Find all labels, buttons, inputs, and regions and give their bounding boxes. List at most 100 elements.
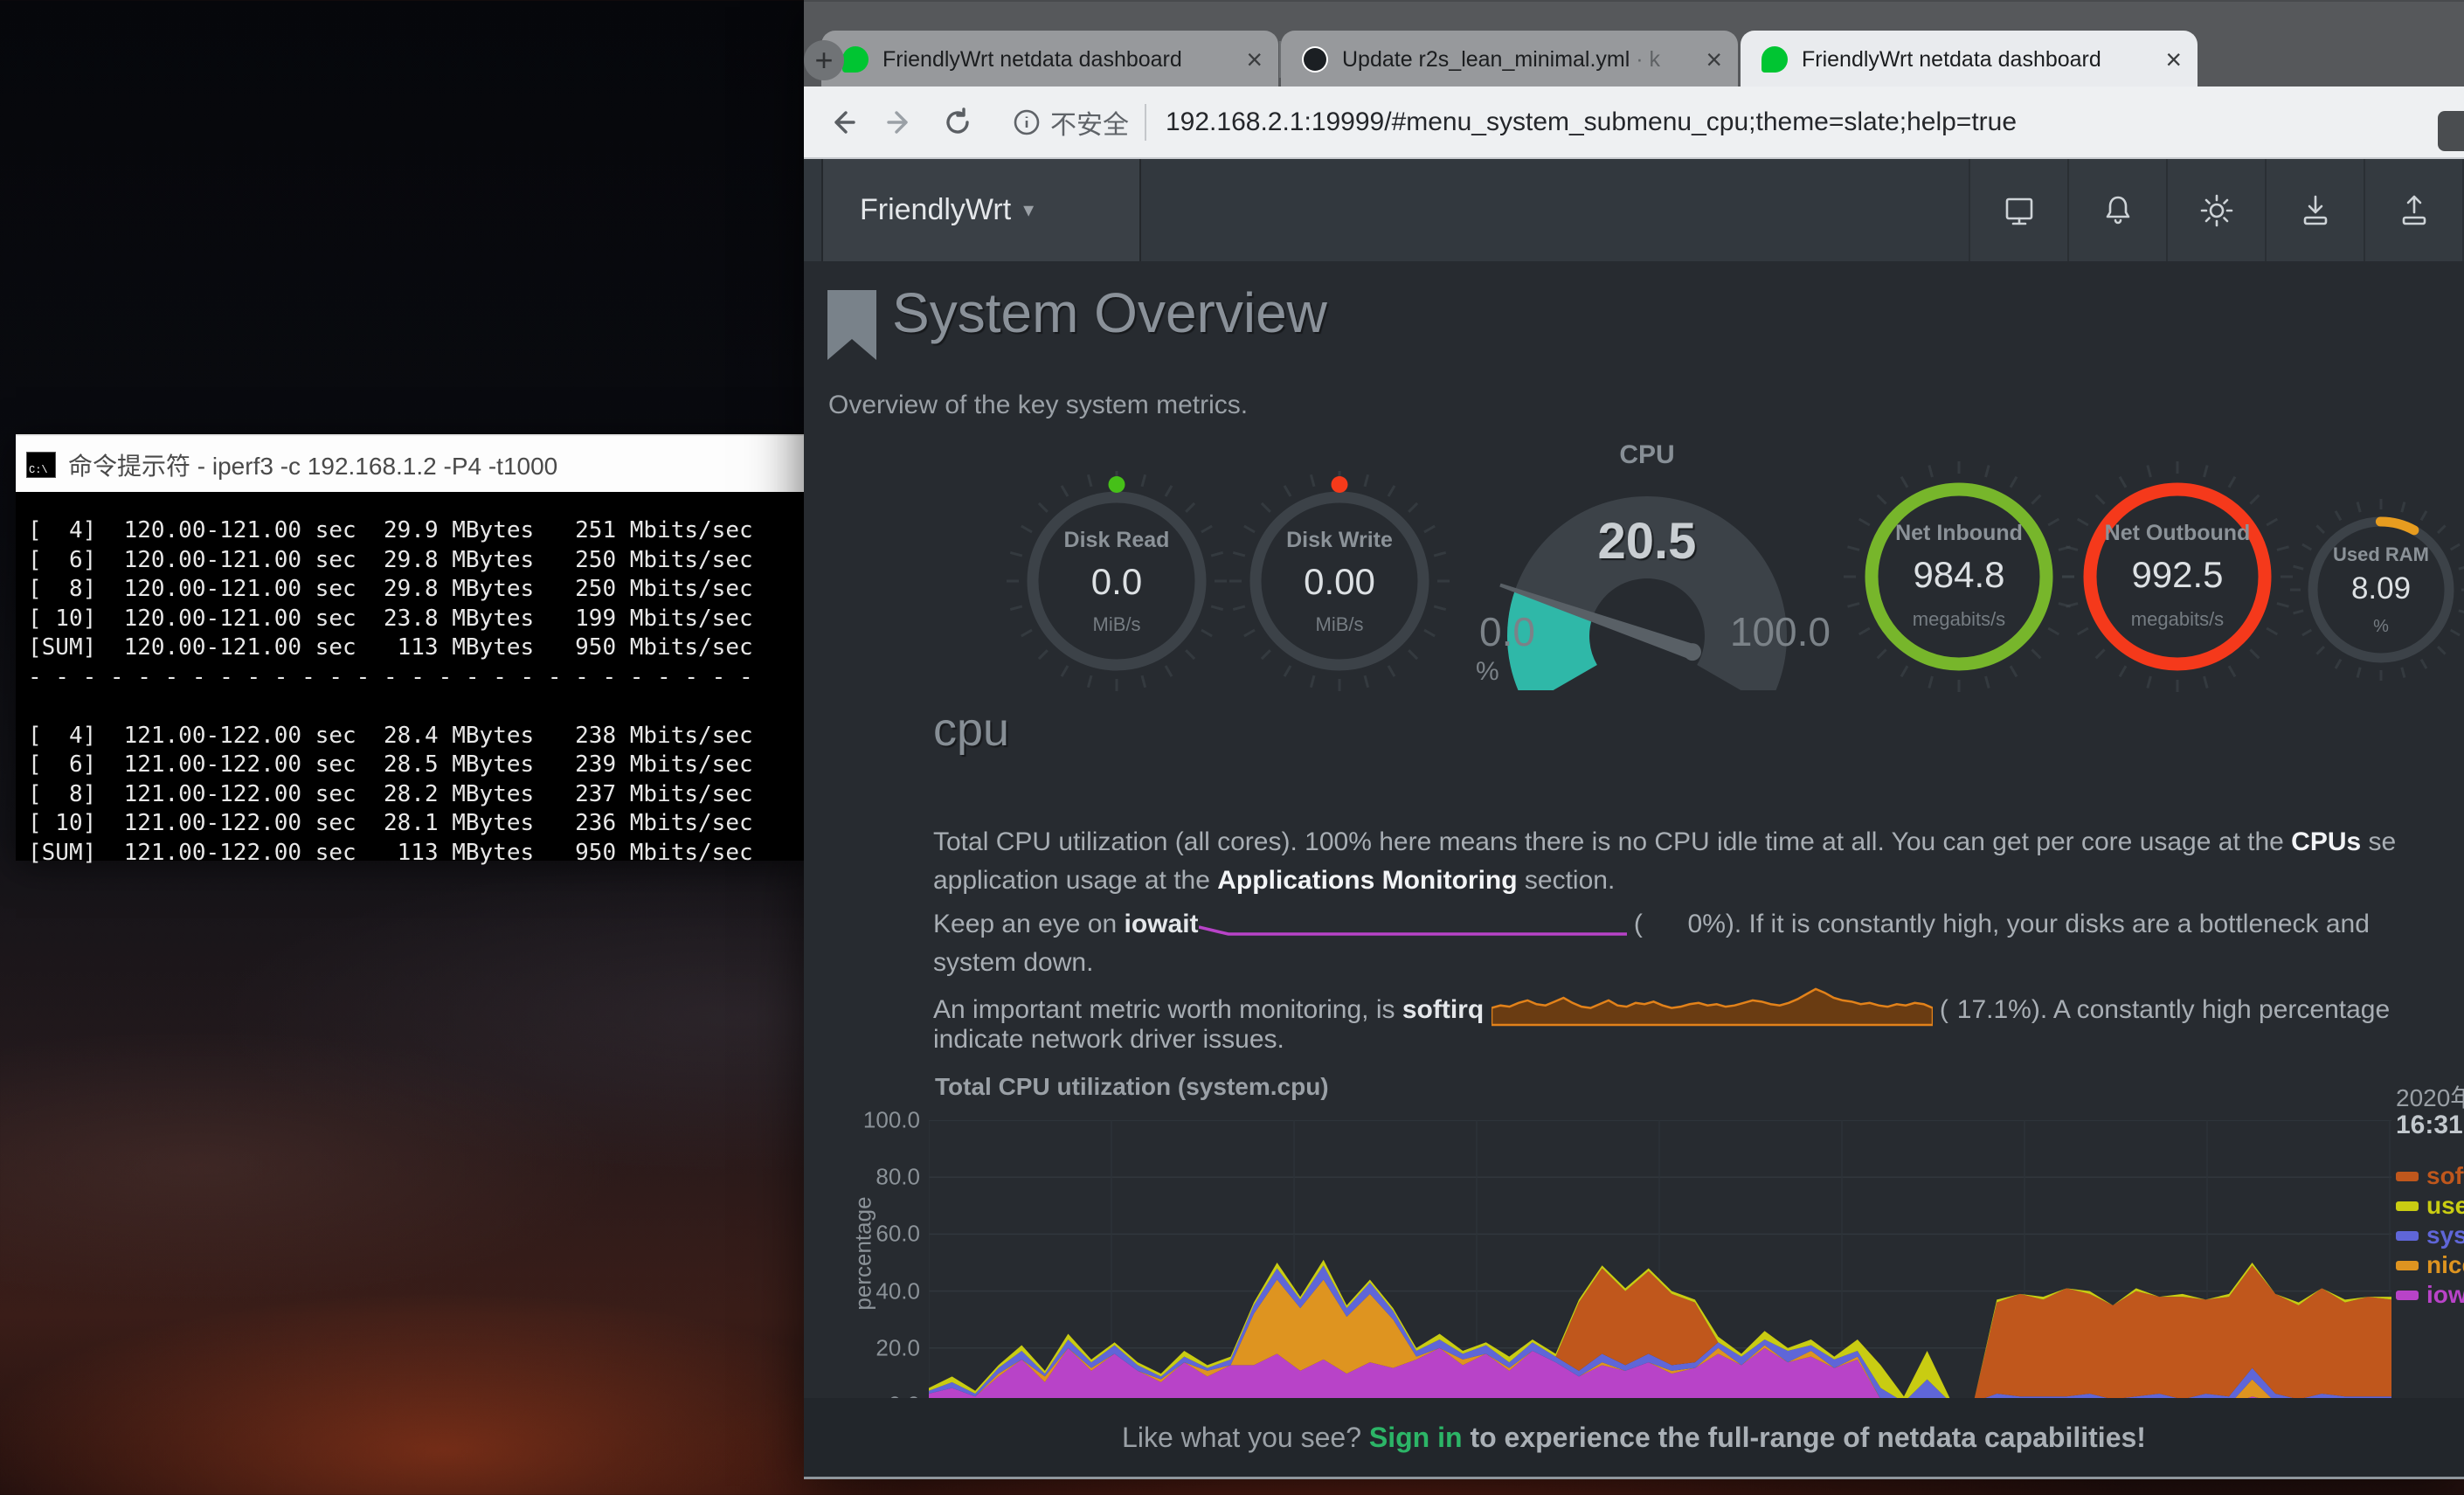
chevron-down-icon: ▾: [1023, 197, 1034, 223]
iowait-sparkline[interactable]: [1199, 910, 1627, 941]
legend-label: iowait: [2426, 1281, 2464, 1309]
gear-icon: [2198, 191, 2236, 230]
cpu-paragraph-line: indicate network driver issues.: [933, 1025, 1284, 1055]
gauge-cpu[interactable]: CPU 20.5 0.0 100.0 %: [1464, 437, 1831, 690]
tab-title: FriendlyWrt netdata dashboard: [1802, 47, 2155, 73]
signin-text: Like what you see? Sign in to experience…: [1122, 1422, 2146, 1454]
legend-item[interactable]: user: [2396, 1191, 2464, 1221]
site-security-chip[interactable]: 不安全: [1012, 103, 1145, 142]
cpu-paragraph-line: Total CPU utilization (all cores). 100% …: [933, 827, 2396, 857]
gauge-units: %: [1476, 657, 1499, 687]
terminal-titlebar[interactable]: C:\ 命令提示符 - iperf3 -c 192.168.1.2 -P4 -t…: [16, 434, 804, 494]
gauge-label: Disk Read: [999, 528, 1235, 553]
tab-strip: FriendlyWrt netdata dashboard × Update r…: [804, 0, 2464, 88]
chart-title: Total CPU utilization (system.cpu): [935, 1073, 1329, 1101]
chart-legend: softirqusersystemniceiowait: [2396, 1161, 2464, 1310]
legend-swatch: [2396, 1231, 2419, 1241]
gauge-label: Used RAM: [2281, 543, 2464, 566]
section-subtitle: Overview of the key system metrics.: [828, 391, 1248, 420]
legend-swatch: [2396, 1172, 2419, 1181]
legend-label: softirq: [2426, 1162, 2464, 1190]
display-icon: [2000, 191, 2038, 230]
netdata-navbar: FriendlyWrt ▾: [804, 159, 2464, 261]
tab-close-icon[interactable]: ×: [1706, 45, 1722, 73]
gauge-disk-write[interactable]: Disk Write 0.00 MiB/s: [1222, 463, 1457, 699]
toolbar-export-button[interactable]: [2364, 159, 2462, 261]
legend-label: system: [2426, 1222, 2464, 1249]
toolbar-settings-button[interactable]: [2166, 159, 2265, 261]
tab-github[interactable]: Update r2s_lean_minimal.yml · k ×: [1281, 31, 1738, 88]
gauge-label: Net Inbound: [1837, 521, 2081, 546]
gauge-value: 992.5: [2055, 554, 2300, 596]
gauge-disk-read[interactable]: Disk Read 0.0 MiB/s: [999, 463, 1235, 699]
legend-item[interactable]: system: [2396, 1221, 2464, 1250]
download-icon: [2296, 191, 2335, 230]
upload-icon: [2395, 191, 2433, 230]
netdata-favicon: [1761, 46, 1788, 73]
gauge-label: CPU: [1464, 440, 1831, 470]
back-icon[interactable]: [823, 103, 862, 142]
gauge-value: 20.5: [1464, 512, 1831, 571]
applications-monitoring-link[interactable]: Applications Monitoring: [1217, 866, 1517, 895]
tab-netdata-1[interactable]: FriendlyWrt netdata dashboard ×: [821, 31, 1278, 88]
gauge-value: 0.00: [1222, 561, 1457, 603]
cmd-icon: C:\: [26, 452, 56, 478]
legend-item[interactable]: softirq: [2396, 1161, 2464, 1191]
bell-icon: [2099, 191, 2137, 230]
new-tab-button[interactable]: +: [804, 40, 844, 80]
softirq-value: 17.1%: [1948, 995, 2031, 1025]
legend-item[interactable]: iowait: [2396, 1280, 2464, 1310]
chart-ytick: 60.0: [837, 1221, 920, 1248]
toolbar-import-button[interactable]: [2265, 159, 2364, 261]
gauge-value: 984.8: [1837, 554, 2081, 596]
legend-swatch: [2396, 1261, 2419, 1270]
cpu-paragraph-line: Keep an eye on iowait (0%). If it is con…: [933, 910, 2370, 948]
host-name: FriendlyWrt: [860, 193, 1011, 227]
gauge-net-inbound[interactable]: Net Inbound 984.8 megabits/s: [1837, 454, 2081, 699]
reload-icon[interactable]: [938, 103, 977, 142]
section-title: System Overview: [892, 280, 1327, 345]
gauge-label: Net Outbound: [2055, 521, 2300, 546]
toolbar-display-button[interactable]: [1969, 159, 2067, 261]
legend-swatch: [2396, 1291, 2419, 1300]
cpu-paragraph-line: system down.: [933, 948, 1093, 978]
cpus-link[interactable]: CPUs: [2291, 827, 2361, 856]
cpu-paragraph-line: application usage at the Applications Mo…: [933, 866, 1615, 896]
sign-in-link[interactable]: Sign in: [1369, 1422, 1463, 1453]
gauge-net-outbound[interactable]: Net Outbound 992.5 megabits/s: [2055, 454, 2300, 699]
gauge-value: 8.09: [2281, 571, 2464, 606]
chart-ytick: 100.0: [837, 1107, 920, 1134]
terminal-output[interactable]: [ 4] 120.00-121.00 sec 29.9 MBytes 251 M…: [16, 492, 804, 861]
cpu-area-chart[interactable]: [929, 1120, 2391, 1405]
chart-time: 16:31:2: [2396, 1111, 2464, 1140]
softirq-sparkline[interactable]: [1492, 985, 1933, 1027]
toolbar-alarms-button[interactable]: [2067, 159, 2166, 261]
signin-bar: Like what you see? Sign in to experience…: [804, 1398, 2464, 1479]
address-bar: 不安全 192.168.2.1:19999/#menu_system_subme…: [804, 87, 2464, 159]
bookmark-icon: [827, 290, 876, 360]
gauge-label: Disk Write: [1222, 528, 1457, 553]
tab-close-icon[interactable]: ×: [2165, 45, 2182, 73]
tab-title: FriendlyWrt netdata dashboard: [882, 47, 1235, 73]
chart-ytick: 20.0: [837, 1334, 920, 1361]
tab-close-icon[interactable]: ×: [1246, 45, 1263, 73]
legend-item[interactable]: nice: [2396, 1250, 2464, 1280]
legend-label: user: [2426, 1192, 2464, 1220]
security-label: 不安全: [1050, 103, 1129, 142]
url-text[interactable]: 192.168.2.1:19999/#menu_system_submenu_c…: [1166, 107, 2017, 137]
legend-swatch: [2396, 1201, 2419, 1211]
dashboard-content: System Overview Overview of the key syst…: [804, 261, 2464, 1398]
chart-ytick: 80.0: [837, 1164, 920, 1191]
gauge-max: 100.0: [1730, 608, 1831, 655]
netdata-favicon: [842, 46, 869, 73]
forward-icon[interactable]: [881, 103, 919, 142]
tab-netdata-2-active[interactable]: FriendlyWrt netdata dashboard ×: [1741, 31, 2198, 88]
gauge-value: 0.0: [999, 561, 1235, 603]
host-dropdown[interactable]: FriendlyWrt ▾: [821, 159, 1141, 261]
extension-icon[interactable]: [2438, 111, 2464, 151]
github-favicon: [1302, 46, 1328, 73]
gauge-units: MiB/s: [1222, 613, 1457, 636]
gauge-units: %: [2281, 617, 2464, 637]
iowait-value: 0%: [1643, 910, 1726, 939]
gauge-used-ram[interactable]: Used RAM 8.09 %: [2281, 489, 2464, 690]
